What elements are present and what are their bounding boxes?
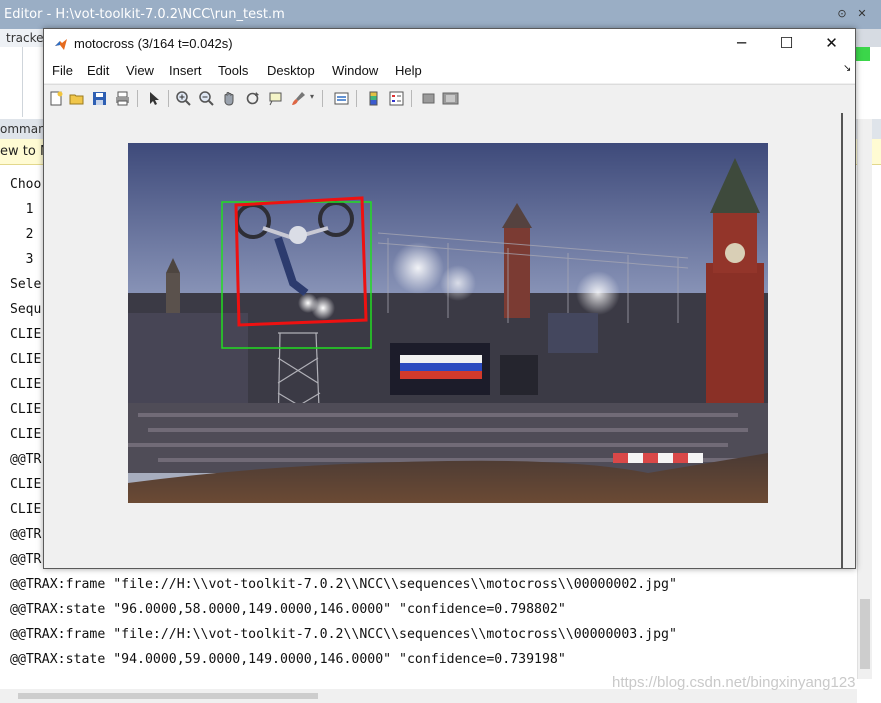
minimize-button[interactable]: ─ [719, 29, 764, 58]
menu-desktop[interactable]: Desktop [267, 58, 315, 83]
toolbar-separator [322, 90, 323, 107]
toolbar-separator [356, 90, 357, 107]
data-cursor-icon[interactable] [267, 90, 284, 107]
pan-icon[interactable] [221, 90, 238, 107]
maximize-button[interactable]: ☐ [764, 29, 809, 58]
red-bounding-box [234, 196, 368, 327]
brush-icon[interactable] [290, 90, 307, 107]
command-output-line: @@TRAX:frame "file://H:\\vot-toolkit-7.0… [10, 627, 677, 642]
command-output-line: Sequ [10, 302, 42, 317]
toolbar-separator [411, 90, 412, 107]
editor-title-bar: Editor - H:\vot-toolkit-7.0.2\NCC\run_te… [0, 0, 881, 29]
close-button[interactable]: ✕ [809, 29, 854, 58]
toolbar-separator [168, 90, 169, 107]
brush-dropdown-icon[interactable]: ▾ [310, 92, 314, 101]
command-output-line: @@TRAX:frame "file://H:\\vot-toolkit-7.0… [10, 577, 677, 592]
figure-title: motocross (3/164 t=0.042s) [74, 36, 233, 51]
command-output-line: @@TR [10, 527, 42, 542]
command-output-line: 3 [10, 252, 34, 267]
menu-help[interactable]: Help [395, 58, 422, 83]
watermark: https://blog.csdn.net/bingxinyang123 [612, 674, 856, 691]
editor-close-icon[interactable]: ✕ [855, 7, 869, 21]
menu-edit[interactable]: Edit [87, 58, 109, 83]
editor-title: Editor - H:\vot-toolkit-7.0.2\NCC\run_te… [4, 7, 285, 22]
zoom-in-icon[interactable] [175, 90, 192, 107]
menu-insert[interactable]: Insert [169, 58, 202, 83]
command-output-line: CLIE [10, 502, 42, 517]
rotate-icon[interactable] [244, 90, 261, 107]
colorbar-icon[interactable] [365, 90, 382, 107]
figure-window: motocross (3/164 t=0.042s) ─ ☐ ✕ File Ed… [43, 28, 856, 569]
figure-title-bar: motocross (3/164 t=0.042s) ─ ☐ ✕ [44, 29, 855, 58]
horizontal-scrollbar[interactable] [0, 689, 857, 703]
show-plot-tools-icon[interactable] [442, 90, 459, 107]
editor-status-indicator [856, 47, 870, 61]
figure-menubar: File Edit View Insert Tools Desktop Wind… [44, 58, 855, 83]
command-output-line: Choo [10, 177, 42, 192]
command-output-line: CLIE [10, 477, 42, 492]
print-icon[interactable] [114, 90, 131, 107]
menu-tools[interactable]: Tools [218, 58, 248, 83]
link-icon[interactable] [333, 90, 350, 107]
figure-border [841, 113, 843, 568]
command-output-line: @@TR [10, 552, 42, 567]
command-output-line: CLIE [10, 427, 42, 442]
hide-plot-tools-icon[interactable] [420, 90, 437, 107]
command-output-line: CLIE [10, 377, 42, 392]
command-output-line: CLIE [10, 402, 42, 417]
save-icon[interactable] [91, 90, 108, 107]
menu-window[interactable]: Window [332, 58, 378, 83]
editor-gutter [22, 47, 23, 117]
command-output-line: CLIE [10, 327, 42, 342]
pointer-icon[interactable] [145, 90, 162, 107]
toolbar-separator [137, 90, 138, 107]
vertical-scrollbar[interactable] [857, 119, 872, 679]
command-output-line: @@TR [10, 452, 42, 467]
menu-view[interactable]: View [126, 58, 154, 83]
matlab-logo-icon [55, 39, 67, 50]
figure-toolbar: ▾ [44, 84, 855, 114]
zoom-out-icon[interactable] [198, 90, 215, 107]
menu-file[interactable]: File [52, 58, 73, 83]
new-figure-icon[interactable] [48, 90, 65, 107]
command-output-line: CLIE [10, 352, 42, 367]
command-output-line: Sele [10, 277, 42, 292]
legend-icon[interactable] [388, 90, 405, 107]
scrollbar-thumb-h[interactable] [18, 693, 318, 699]
command-output-line: 1 [10, 202, 34, 217]
image-axes[interactable] [128, 143, 768, 503]
tracking-overlay [221, 196, 372, 349]
dock-arrow-icon[interactable]: ↘ [843, 63, 851, 74]
open-file-icon[interactable] [69, 90, 86, 107]
command-output-line: 2 [10, 227, 34, 242]
command-output-line: @@TRAX:state "96.0000,58.0000,149.0000,1… [10, 602, 566, 617]
editor-dropdown-icon[interactable]: ⊙ [835, 7, 849, 21]
command-output-line: @@TRAX:state "94.0000,59.0000,149.0000,1… [10, 652, 566, 667]
scrollbar-thumb[interactable] [860, 599, 870, 669]
figure-canvas [44, 113, 855, 568]
